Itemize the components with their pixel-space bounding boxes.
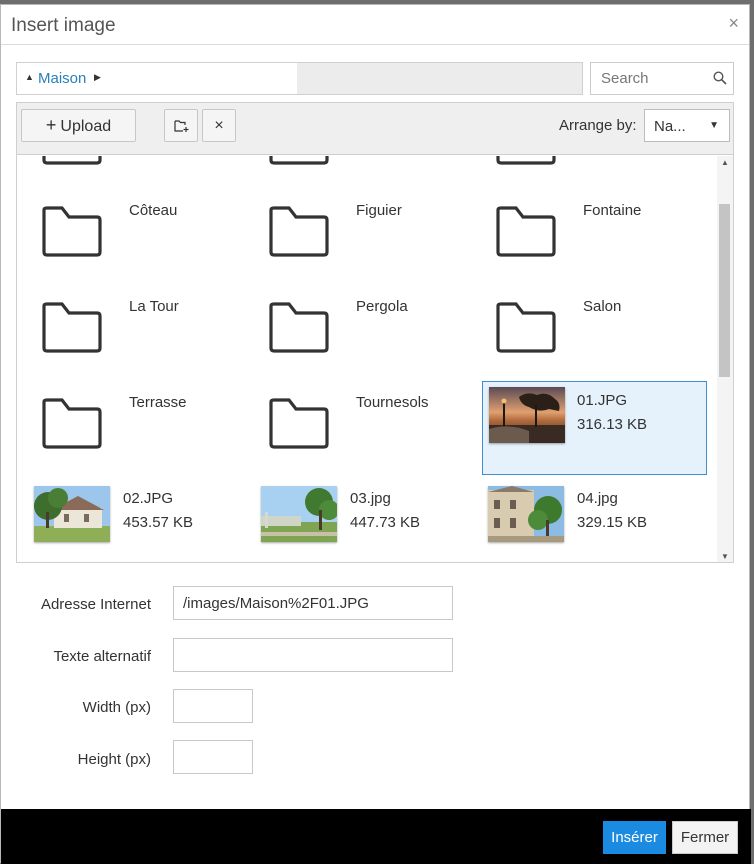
- delete-button[interactable]: ×: [202, 109, 236, 142]
- alt-text-label: Texte alternatif: [53, 648, 151, 665]
- image-thumbnail: [489, 387, 565, 443]
- folder-name: Pergola: [356, 298, 408, 315]
- close-button[interactable]: Fermer: [672, 821, 738, 854]
- file-grid: Côteau Figuier Fontaine La Tour Pergola: [17, 156, 717, 562]
- folder-name: Salon: [583, 298, 622, 315]
- breadcrumb-fill: [297, 63, 582, 94]
- url-label: Adresse Internet: [40, 596, 151, 613]
- file-item[interactable]: 02.JPG 453.57 KB: [18, 480, 243, 562]
- file-size: 329.15 KB: [577, 514, 648, 531]
- height-label: Height (px): [77, 751, 151, 768]
- width-label: Width (px): [82, 699, 151, 716]
- upload-button[interactable]: + Upload: [21, 109, 136, 142]
- folder-icon: [42, 302, 102, 353]
- chevron-down-icon: ▼: [709, 120, 719, 131]
- folder-item[interactable]: Tournesols: [251, 384, 476, 478]
- folder-name: Terrasse: [129, 394, 187, 411]
- file-toolbar: + Upload × Arrange by: Na... ▼: [17, 103, 733, 155]
- file-name: 04.jpg: [577, 490, 618, 507]
- folder-icon: [269, 302, 329, 353]
- folder-name: Fontaine: [583, 202, 642, 219]
- folder-name: La Tour: [129, 298, 179, 315]
- alt-text-field[interactable]: [173, 638, 453, 672]
- new-folder-button[interactable]: [164, 109, 198, 142]
- file-name: 01.JPG: [577, 392, 628, 409]
- image-thumbnail: [261, 486, 337, 542]
- file-size: 316.13 KB: [577, 416, 648, 433]
- folder-icon: [42, 206, 102, 257]
- dialog-footer: Insérer Fermer: [1, 809, 751, 864]
- file-item-selected[interactable]: 01.JPG 316.13 KB: [482, 381, 707, 475]
- scrollbar-thumb[interactable]: [719, 204, 730, 377]
- height-field[interactable]: [173, 740, 253, 774]
- search-box: [590, 62, 734, 95]
- folder-item[interactable]: Salon: [478, 288, 703, 382]
- search-icon[interactable]: [713, 71, 727, 85]
- folder-item[interactable]: Figuier: [251, 192, 476, 286]
- folder-item[interactable]: Pergola: [251, 288, 476, 382]
- folder-name: Côteau: [129, 202, 178, 219]
- arrange-by-select[interactable]: Na... ▼: [644, 109, 730, 142]
- close-icon[interactable]: ×: [728, 13, 739, 34]
- plus-icon: +: [45, 115, 57, 135]
- file-browser: + Upload × Arrange by: Na... ▼ Côteau Fi…: [16, 102, 734, 563]
- folder-item[interactable]: La Tour: [24, 288, 249, 382]
- folder-item[interactable]: Terrasse: [24, 384, 249, 478]
- image-thumbnail: [488, 486, 564, 542]
- insert-button[interactable]: Insérer: [603, 821, 666, 854]
- folder-icon: [42, 398, 102, 449]
- scroll-up-icon[interactable]: ▲: [721, 158, 729, 167]
- vertical-scrollbar[interactable]: ▲ ▼: [717, 156, 733, 562]
- close-icon: ×: [214, 116, 224, 134]
- file-name: 02.JPG: [123, 490, 174, 507]
- folder-name: Tournesols: [356, 394, 429, 411]
- folder-item[interactable]: Fontaine: [478, 192, 703, 286]
- file-size: 447.73 KB: [350, 514, 421, 531]
- folder-icon[interactable]: [495, 156, 557, 166]
- image-thumbnail: [34, 486, 110, 542]
- url-field[interactable]: [173, 586, 453, 620]
- folder-icon: [496, 302, 556, 353]
- insert-image-dialog: Insert image × ▲ Maison ▶ +Upload ×: [0, 4, 751, 864]
- arrange-by-value: Na...: [654, 118, 686, 135]
- arrange-by-label: Arrange by:: [559, 117, 637, 134]
- folder-icon: [496, 206, 556, 257]
- scroll-down-icon[interactable]: ▼: [721, 552, 729, 561]
- file-item[interactable]: 04.jpg 329.15 KB: [472, 480, 697, 562]
- new-folder-icon: [174, 120, 189, 132]
- width-field[interactable]: [173, 689, 253, 723]
- folder-icon: [269, 206, 329, 257]
- folder-icon[interactable]: [268, 156, 330, 166]
- search-input[interactable]: [591, 63, 711, 94]
- breadcrumb: ▲ Maison ▶: [16, 62, 583, 95]
- breadcrumb-item-maison[interactable]: Maison: [38, 70, 86, 87]
- folder-icon[interactable]: [41, 156, 103, 166]
- breadcrumb-up-icon[interactable]: ▲: [25, 72, 34, 82]
- folder-name: Figuier: [356, 202, 402, 219]
- folder-icon: [269, 398, 329, 449]
- upload-label: Upload: [60, 118, 112, 135]
- folder-item[interactable]: Côteau: [24, 192, 249, 286]
- file-item[interactable]: 03.jpg 447.73 KB: [245, 480, 470, 562]
- breadcrumb-chevron-right-icon[interactable]: ▶: [94, 72, 101, 83]
- file-size: 453.57 KB: [123, 514, 194, 531]
- dialog-title: Insert image: [11, 15, 116, 36]
- dialog-titlebar: Insert image ×: [1, 5, 749, 45]
- file-name: 03.jpg: [350, 490, 391, 507]
